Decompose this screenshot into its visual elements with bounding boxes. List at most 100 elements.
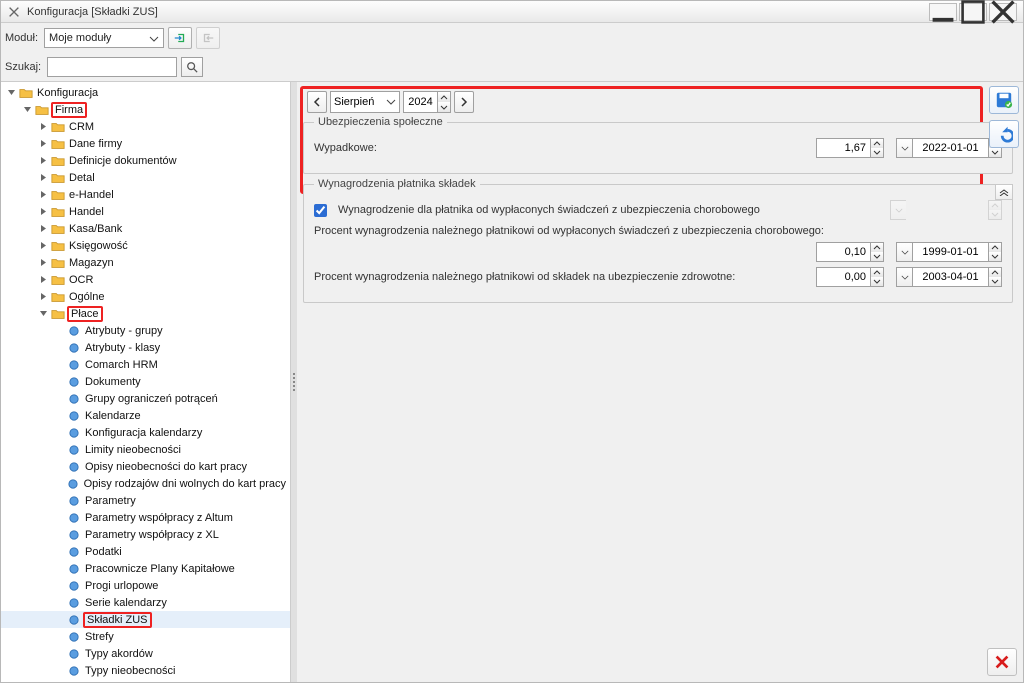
expand-icon[interactable]	[37, 308, 49, 320]
tree-item[interactable]: Limity nieobecności	[1, 441, 290, 458]
tree-item[interactable]: Składki ZUS	[1, 611, 290, 628]
search-button[interactable]	[181, 57, 203, 77]
next-period-button[interactable]	[454, 91, 474, 113]
year-down-button[interactable]	[438, 102, 450, 112]
expand-icon[interactable]	[5, 87, 17, 99]
tree-label: Opisy nieobecności do kart pracy	[85, 461, 247, 473]
tree-item[interactable]: OCR	[1, 271, 290, 288]
tree-item[interactable]: Firma	[1, 101, 290, 118]
tree-item[interactable]: Strefy	[1, 628, 290, 645]
tree-spacer	[53, 495, 65, 507]
tree-spacer	[53, 376, 65, 388]
payer-remuneration-checkbox[interactable]	[314, 204, 327, 217]
expand-icon[interactable]	[37, 121, 49, 133]
tree-item[interactable]: Grupy ograniczeń potrąceń	[1, 390, 290, 407]
tree-item[interactable]: Dane firmy	[1, 135, 290, 152]
calendar-dropdown-button[interactable]	[896, 242, 912, 262]
tree-item[interactable]: Typy nieobecności	[1, 662, 290, 679]
expand-icon[interactable]	[37, 257, 49, 269]
tree-item[interactable]: Detal	[1, 169, 290, 186]
wypadkowe-input[interactable]	[816, 138, 870, 158]
tree-item[interactable]: Kasa/Bank	[1, 220, 290, 237]
tree-item[interactable]: Konfiguracja	[1, 84, 290, 101]
health-value-spinner[interactable]	[816, 267, 884, 287]
tree-item[interactable]: Magazyn	[1, 254, 290, 271]
tree-panel: KonfiguracjaFirmaCRMDane firmyDefinicje …	[1, 82, 291, 682]
expand-icon[interactable]	[37, 155, 49, 167]
tree-item[interactable]: Księgowość	[1, 237, 290, 254]
tree-item[interactable]: e-Handel	[1, 186, 290, 203]
calendar-dropdown-button[interactable]	[896, 138, 912, 158]
tree-item[interactable]: Definicje dokumentów	[1, 152, 290, 169]
year-spinner[interactable]	[403, 91, 451, 113]
year-input[interactable]	[403, 91, 437, 113]
folder-icon	[51, 206, 65, 218]
sick-benefit-value-spinner[interactable]	[816, 242, 884, 262]
tree-item[interactable]: Dokumenty	[1, 373, 290, 390]
tree-label: Limity nieobecności	[85, 444, 181, 456]
module-dropdown[interactable]: Moje moduły	[44, 28, 164, 48]
expand-icon[interactable]	[37, 223, 49, 235]
calendar-dropdown-button[interactable]	[896, 267, 912, 287]
spin-up-button[interactable]	[871, 243, 883, 252]
expand-icon[interactable]	[37, 172, 49, 184]
spin-up-button[interactable]	[871, 268, 883, 277]
prev-period-button[interactable]	[307, 91, 327, 113]
expand-icon[interactable]	[37, 240, 49, 252]
leaf-icon	[67, 325, 81, 337]
tree-item[interactable]: Parametry	[1, 492, 290, 509]
tree-item[interactable]: Serie kalendarzy	[1, 594, 290, 611]
expand-icon[interactable]	[37, 138, 49, 150]
health-date-input[interactable]	[912, 267, 988, 287]
expand-icon[interactable]	[37, 291, 49, 303]
spin-up-button[interactable]	[871, 139, 883, 148]
leaf-icon	[67, 342, 81, 354]
sick-benefit-input[interactable]	[816, 242, 870, 262]
tree-item[interactable]: Konfiguracja kalendarzy	[1, 424, 290, 441]
tree-item[interactable]: Kalendarze	[1, 407, 290, 424]
tree-item[interactable]: Typy akordów	[1, 645, 290, 662]
tree-item[interactable]: Atrybuty - klasy	[1, 339, 290, 356]
expand-icon[interactable]	[37, 206, 49, 218]
minimize-button[interactable]	[929, 3, 957, 21]
tree-item[interactable]: Opisy nieobecności do kart pracy	[1, 458, 290, 475]
spin-down-button[interactable]	[871, 252, 883, 261]
wypadkowe-date-input[interactable]	[912, 138, 988, 158]
search-input[interactable]	[47, 57, 177, 77]
tree-item[interactable]: Pracownicze Plany Kapitałowe	[1, 560, 290, 577]
tree-item[interactable]: Parametry współpracy z Altum	[1, 509, 290, 526]
tree-item[interactable]: Handel	[1, 203, 290, 220]
spin-down-button[interactable]	[871, 148, 883, 157]
tree-item[interactable]: Płace	[1, 305, 290, 322]
expand-icon[interactable]	[37, 189, 49, 201]
spin-down-button[interactable]	[871, 277, 883, 286]
close-window-button[interactable]	[989, 3, 1017, 21]
month-dropdown[interactable]: Sierpień	[330, 91, 400, 113]
close-button[interactable]	[987, 648, 1017, 676]
config-tree[interactable]: KonfiguracjaFirmaCRMDane firmyDefinicje …	[1, 84, 290, 679]
expand-icon[interactable]	[37, 274, 49, 286]
tree-item[interactable]: CRM	[1, 118, 290, 135]
tree-item[interactable]: Atrybuty - grupy	[1, 322, 290, 339]
expand-icon[interactable]	[21, 104, 33, 116]
save-button[interactable]	[989, 86, 1019, 114]
tree-label: Typy akordów	[85, 648, 153, 660]
tree-label: Comarch HRM	[85, 359, 158, 371]
tree-item[interactable]: Comarch HRM	[1, 356, 290, 373]
wypadkowe-value-spinner[interactable]	[816, 138, 884, 158]
leaf-icon	[67, 597, 81, 609]
tree-item[interactable]: Podatki	[1, 543, 290, 560]
tree-item[interactable]: Progi urlopowe	[1, 577, 290, 594]
tree-item[interactable]: Parametry współpracy z XL	[1, 526, 290, 543]
undo-button[interactable]	[989, 120, 1019, 148]
sick-benefit-date-input[interactable]	[912, 242, 988, 262]
leaf-icon	[67, 563, 81, 575]
tree-item[interactable]: Opisy rodzajów dni wolnych do kart pracy	[1, 475, 290, 492]
health-input[interactable]	[816, 267, 870, 287]
tree-item[interactable]: Ogólne	[1, 288, 290, 305]
login-button[interactable]	[168, 27, 192, 49]
year-up-button[interactable]	[438, 92, 450, 102]
maximize-button[interactable]	[959, 3, 987, 21]
tree-label: Podatki	[85, 546, 122, 558]
folder-icon	[51, 155, 65, 167]
